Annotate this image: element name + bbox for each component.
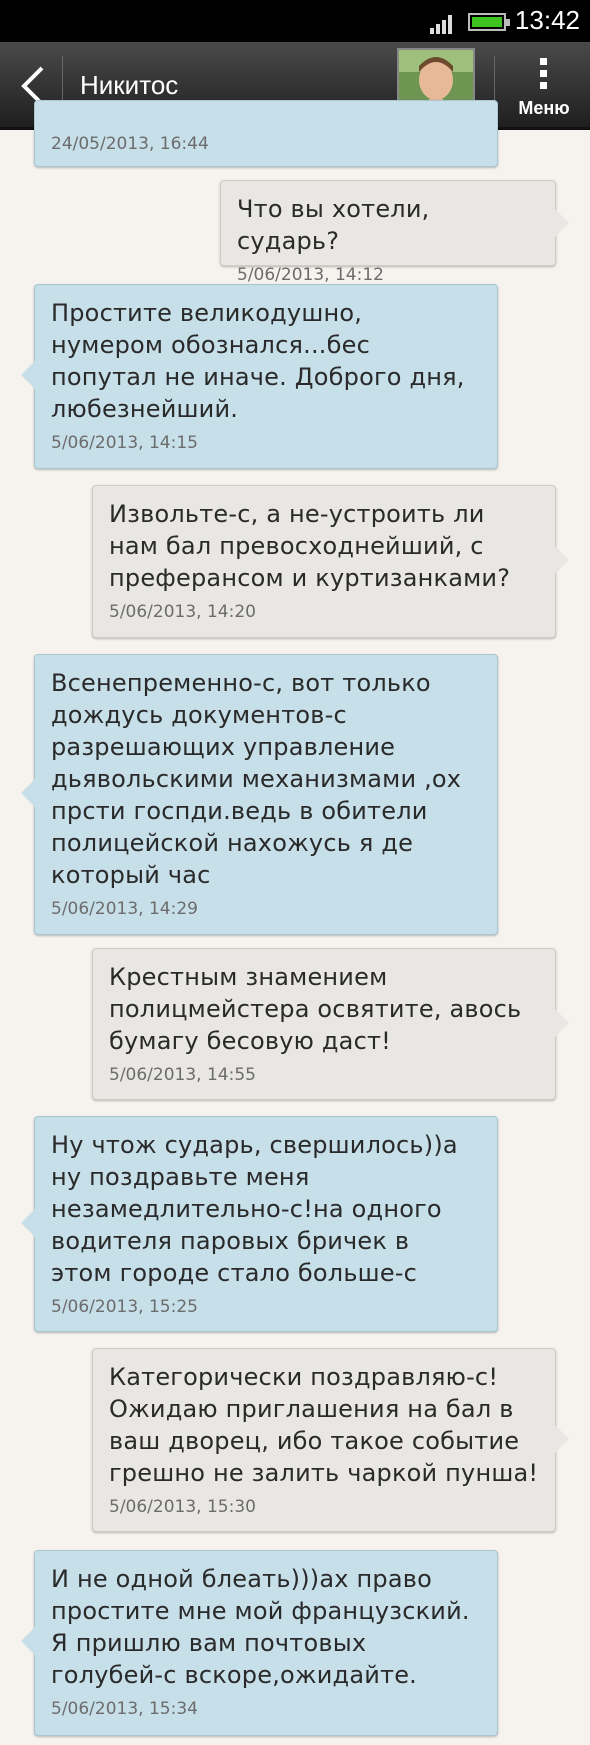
message-timestamp: 5/06/2013, 14:12 bbox=[237, 265, 384, 285]
message-bubble-incoming[interactable]: Всенепременно-с, вот только дождусь доку… bbox=[21, 654, 498, 935]
status-bar: 13:42 bbox=[0, 0, 590, 42]
message-bubble-incoming[interactable]: И не одной блеать)))ах право простите мн… bbox=[21, 1550, 498, 1736]
message-text: Категорически поздравляю-с! Ожидаю пригл… bbox=[109, 1363, 539, 1487]
message-text: Простите великодушно, нумером обознался.… bbox=[51, 299, 465, 423]
message-bubble-incoming[interactable]: Ну чтож сударь, свершилось))а ну поздрав… bbox=[21, 1116, 498, 1332]
message-bubble-incoming[interactable]: 24/05/2013, 16:44 bbox=[34, 100, 498, 167]
overflow-menu-icon bbox=[540, 58, 547, 94]
battery-icon bbox=[468, 13, 510, 31]
message-text: Извольте-с, а не-устроить ли нам бал пре… bbox=[109, 500, 511, 592]
message-bubble-outgoing[interactable]: Категорически поздравляю-с! Ожидаю пригл… bbox=[92, 1348, 569, 1532]
message-timestamp: 5/06/2013, 14:29 bbox=[51, 899, 198, 919]
message-timestamp: 5/06/2013, 15:34 bbox=[51, 1699, 198, 1719]
message-text: Всенепременно-с, вот только дождусь доку… bbox=[51, 669, 462, 889]
message-timestamp: 24/05/2013, 16:44 bbox=[51, 134, 209, 154]
message-text: И не одной блеать)))ах право простите мн… bbox=[51, 1565, 470, 1689]
message-timestamp: 5/06/2013, 15:25 bbox=[51, 1297, 198, 1317]
message-timestamp: 5/06/2013, 15:30 bbox=[109, 1497, 256, 1517]
message-bubble-outgoing[interactable]: Что вы хотели, сударь? 5/06/2013, 14:12 bbox=[220, 180, 569, 285]
message-text: Что вы хотели, сударь? bbox=[237, 195, 430, 255]
message-timestamp: 5/06/2013, 14:55 bbox=[109, 1065, 256, 1085]
message-bubble-outgoing[interactable]: Крестным знамением полицмейстера освятит… bbox=[92, 948, 569, 1100]
message-timestamp: 5/06/2013, 14:15 bbox=[51, 433, 198, 453]
signal-icon bbox=[430, 15, 452, 34]
message-timestamp: 5/06/2013, 14:20 bbox=[109, 602, 256, 622]
contact-name[interactable]: Никитос bbox=[80, 70, 178, 101]
message-text: Ну чтож сударь, свершилось))а ну поздрав… bbox=[51, 1131, 458, 1287]
menu-label: Меню bbox=[518, 98, 570, 118]
status-time: 13:42 bbox=[514, 5, 580, 35]
message-bubble-outgoing[interactable]: Извольте-с, а не-устроить ли нам бал пре… bbox=[92, 485, 569, 638]
menu-button[interactable]: Меню bbox=[504, 50, 584, 122]
message-bubble-incoming[interactable]: Простите великодушно, нумером обознался.… bbox=[21, 284, 498, 469]
message-text: Крестным знамением полицмейстера освятит… bbox=[109, 963, 522, 1055]
